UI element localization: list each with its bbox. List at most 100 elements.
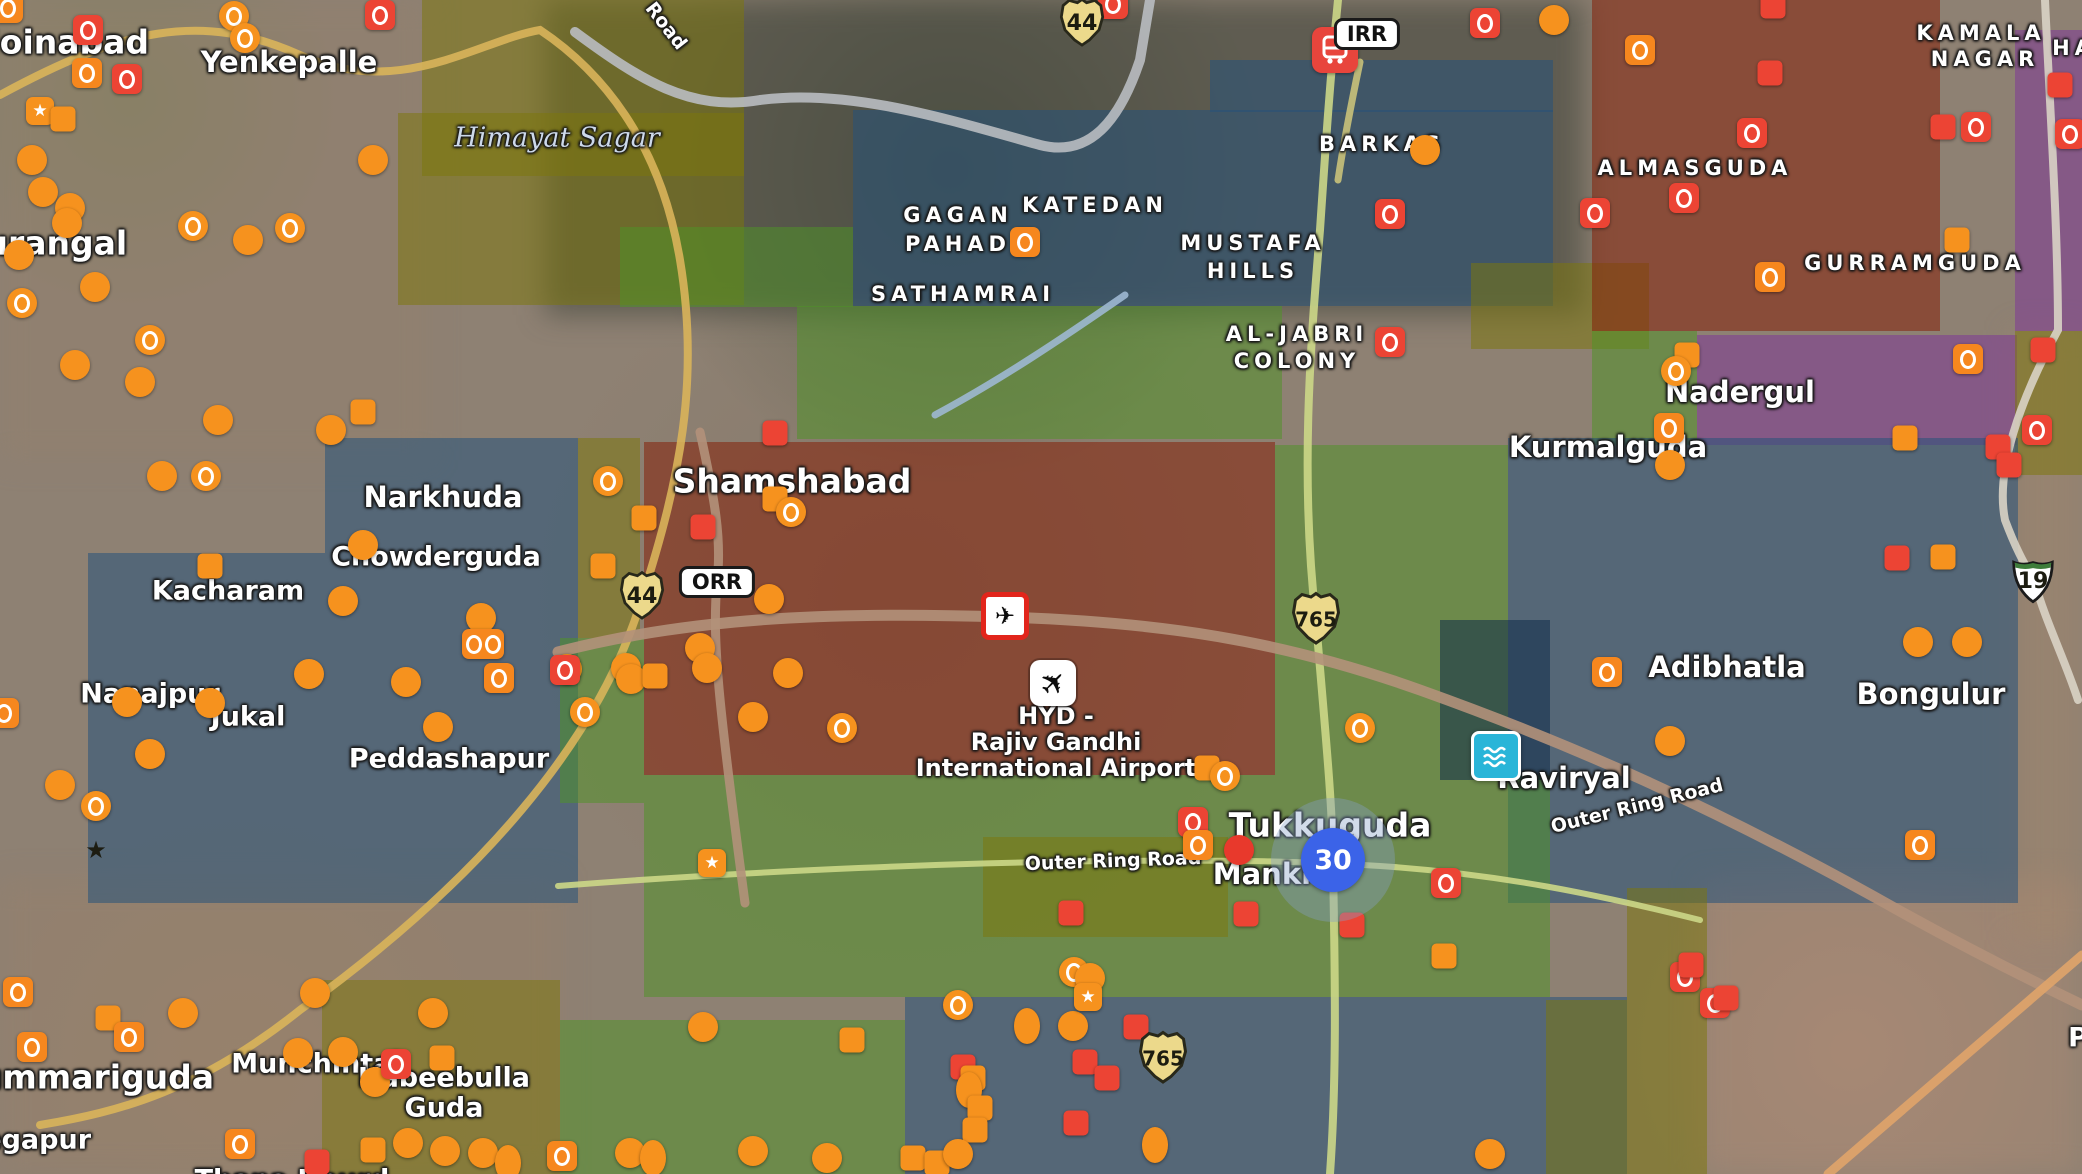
cluster-marker[interactable]: 30 [1301, 828, 1365, 892]
map-marker[interactable] [0, 698, 19, 728]
map-marker[interactable] [1625, 35, 1655, 65]
map-marker[interactable] [1375, 327, 1405, 357]
map-marker[interactable] [1014, 1008, 1040, 1044]
map-marker[interactable] [839, 1027, 865, 1053]
map-marker[interactable] [328, 586, 358, 616]
map-marker[interactable] [429, 1045, 455, 1071]
map-marker[interactable] [462, 629, 504, 659]
map-marker[interactable] [2047, 72, 2073, 98]
map-marker[interactable] [1678, 952, 1704, 978]
map-marker[interactable] [2022, 415, 2052, 445]
map-marker[interactable] [191, 461, 221, 491]
map-marker[interactable] [225, 1129, 255, 1159]
map-marker[interactable] [900, 1145, 926, 1171]
map-marker[interactable] [688, 1012, 718, 1042]
map-marker[interactable]: ★ [85, 836, 107, 864]
map-marker[interactable] [112, 64, 142, 94]
map-marker[interactable] [135, 325, 165, 355]
map-marker[interactable] [81, 791, 111, 821]
map-marker[interactable] [391, 667, 421, 697]
map-marker[interactable] [348, 530, 378, 560]
map-marker[interactable] [178, 211, 208, 241]
map-marker[interactable] [1930, 114, 1956, 140]
map-marker[interactable] [738, 1136, 768, 1166]
map-marker[interactable] [468, 1138, 498, 1168]
map-marker[interactable] [754, 584, 784, 614]
map-marker[interactable] [1580, 198, 1610, 228]
map-marker[interactable] [328, 1037, 358, 1067]
map-marker[interactable] [547, 1141, 577, 1171]
map-marker[interactable] [1539, 5, 1569, 35]
map-marker[interactable] [2055, 119, 2082, 149]
map-marker[interactable] [73, 15, 103, 45]
map-marker[interactable] [1655, 726, 1685, 756]
map-marker[interactable] [50, 106, 76, 132]
map-marker[interactable] [350, 399, 376, 425]
map-marker[interactable] [1470, 8, 1500, 38]
map-marker[interactable] [1944, 227, 1970, 253]
map-marker[interactable] [418, 998, 448, 1028]
map-marker[interactable] [1058, 900, 1084, 926]
map-marker[interactable] [1431, 943, 1457, 969]
map-marker[interactable] [135, 739, 165, 769]
map-marker[interactable] [7, 288, 37, 318]
map-marker[interactable] [45, 770, 75, 800]
map-marker[interactable] [1755, 262, 1785, 292]
map-marker[interactable] [1655, 450, 1685, 480]
map-marker[interactable] [28, 177, 58, 207]
map-marker[interactable] [294, 659, 324, 689]
map-marker[interactable] [1961, 112, 1991, 142]
map-canvas[interactable]: MoinabadYenkepalleSurangalHimayat SagarR… [0, 0, 2082, 1174]
map-marker[interactable] [690, 514, 716, 540]
map-marker[interactable] [1713, 985, 1739, 1011]
map-marker[interactable] [365, 0, 395, 30]
map-marker[interactable] [72, 58, 102, 88]
map-marker[interactable] [203, 405, 233, 435]
map-marker[interactable] [360, 1137, 386, 1163]
map-marker[interactable] [358, 145, 388, 175]
map-marker[interactable] [631, 505, 657, 531]
map-marker[interactable] [0, 0, 23, 23]
map-marker[interactable] [1375, 199, 1405, 229]
map-marker[interactable] [112, 687, 142, 717]
map-marker[interactable] [283, 1038, 313, 1068]
map-marker[interactable] [17, 145, 47, 175]
map-marker[interactable] [60, 350, 90, 380]
map-marker[interactable] [1757, 60, 1783, 86]
map-marker[interactable] [393, 1128, 423, 1158]
map-marker[interactable] [1224, 835, 1254, 865]
map-marker[interactable] [1183, 830, 1213, 860]
map-marker[interactable] [1410, 135, 1440, 165]
map-marker[interactable] [1210, 761, 1240, 791]
map-marker[interactable] [692, 653, 722, 683]
map-marker[interactable]: ★ [698, 849, 726, 877]
map-marker[interactable] [233, 225, 263, 255]
map-marker[interactable] [1010, 227, 1040, 257]
map-marker[interactable] [812, 1143, 842, 1173]
map-marker[interactable] [52, 208, 82, 238]
map-marker[interactable] [80, 272, 110, 302]
map-marker[interactable] [738, 702, 768, 732]
map-marker[interactable] [1760, 0, 1786, 19]
map-marker[interactable] [590, 553, 616, 579]
map-marker[interactable] [1884, 545, 1910, 571]
map-marker[interactable] [1475, 1139, 1505, 1169]
map-marker[interactable] [1905, 830, 1935, 860]
map-marker[interactable] [2030, 337, 2056, 363]
map-marker[interactable] [593, 466, 623, 496]
map-marker[interactable] [423, 712, 453, 742]
map-marker[interactable] [943, 990, 973, 1020]
map-marker[interactable] [495, 1145, 521, 1174]
map-marker[interactable] [316, 415, 346, 445]
map-marker[interactable] [943, 1139, 973, 1169]
map-marker[interactable] [640, 1140, 666, 1174]
map-marker[interactable] [762, 420, 788, 446]
map-marker[interactable] [430, 1136, 460, 1166]
map-marker[interactable] [1737, 118, 1767, 148]
map-marker[interactable] [304, 1149, 330, 1174]
map-marker[interactable] [197, 553, 223, 579]
map-marker[interactable] [550, 655, 580, 685]
map-marker[interactable] [230, 23, 260, 53]
map-marker[interactable] [300, 978, 330, 1008]
map-marker[interactable] [381, 1049, 411, 1079]
